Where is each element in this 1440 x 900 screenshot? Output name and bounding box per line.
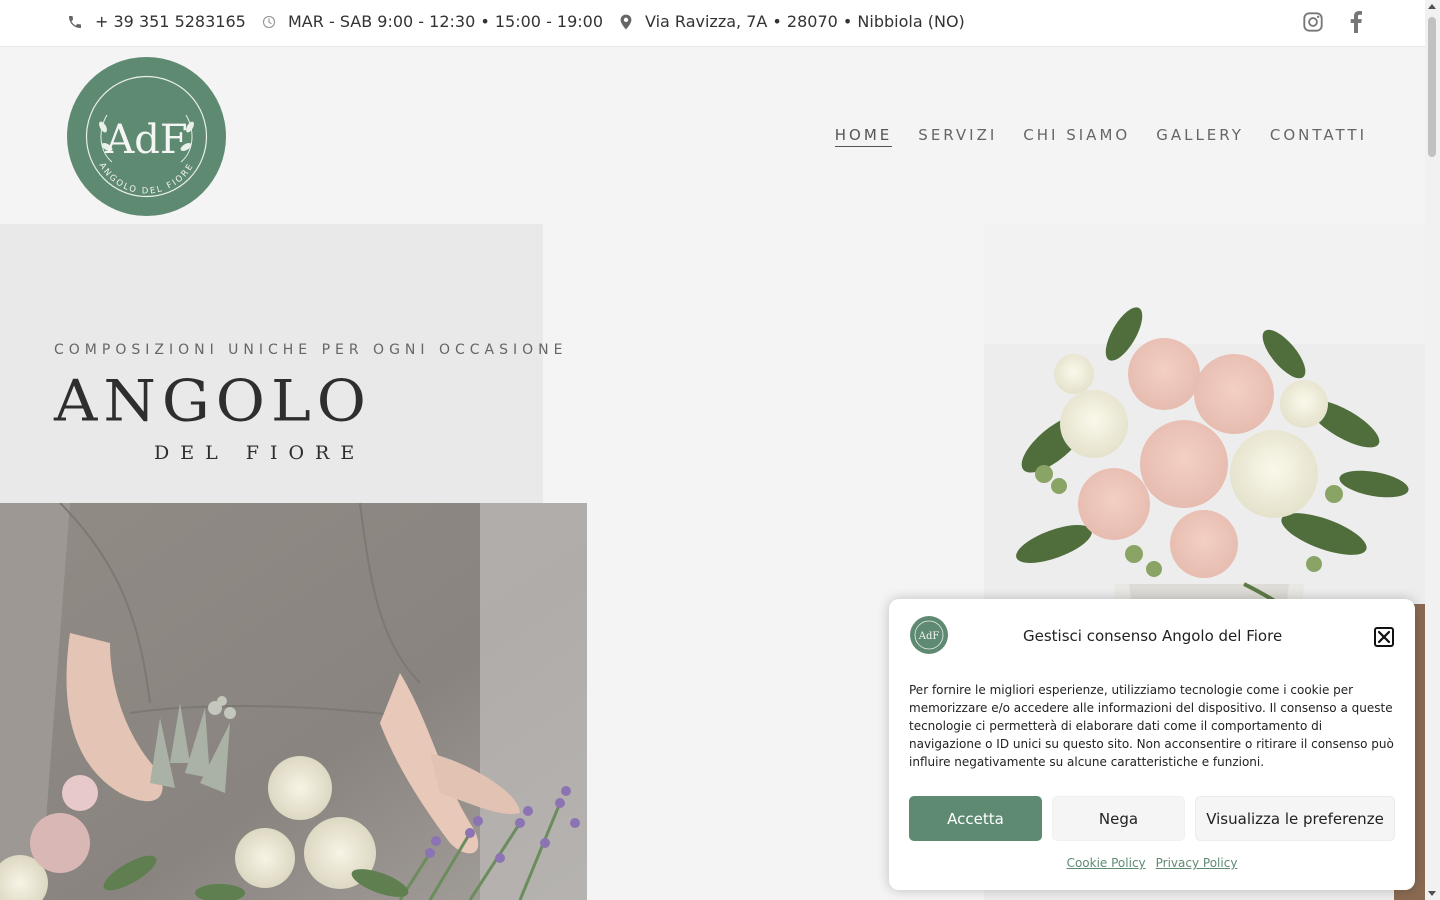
map-pin-icon [620, 14, 632, 29]
opening-hours: MAR - SAB 9:00 - 12:30 • 15:00 - 19:00 [288, 12, 604, 31]
instagram-link[interactable] [1302, 11, 1336, 33]
nav-chi-siamo[interactable]: CHI SIAMO [1023, 126, 1130, 147]
topbar-hours: MAR - SAB 9:00 - 12:30 • 15:00 - 19:00 [262, 12, 603, 31]
topbar-phone[interactable]: + 39 351 5283165 [67, 12, 246, 31]
cookie-policy-links: Cookie Policy Privacy Policy [889, 856, 1415, 870]
cookie-consent-dialog: AdF Gestisci consenso Angolo del Fiore P… [889, 599, 1415, 890]
phone-icon [69, 15, 81, 28]
address-text: Via Ravizza, 7A • 28070 • Nibbiola (NO) [645, 12, 965, 31]
hero-brand-sub: DEL FIORE [154, 442, 366, 464]
scroll-thumb[interactable] [1428, 17, 1436, 157]
florist-photo [0, 503, 587, 900]
logo-emblem: AdF ANGOLO DEL FIORE [85, 75, 208, 198]
scroll-down-arrow-icon[interactable] [1428, 891, 1436, 896]
deny-button[interactable]: Nega [1052, 796, 1185, 841]
top-contact-bar: + 39 351 5283165 MAR - SAB 9:00 - 12:30 … [0, 0, 1425, 47]
view-preferences-button[interactable]: Visualizza le preferenze [1195, 796, 1395, 841]
hero-brand-main: ANGOLO [54, 368, 372, 435]
cookie-logo-monogram: AdF [918, 631, 940, 642]
nav-contatti[interactable]: CONTATTI [1270, 126, 1367, 147]
site-logo[interactable]: AdF ANGOLO DEL FIORE [67, 57, 226, 216]
logo-monogram: AdF [104, 117, 187, 163]
nav-servizi[interactable]: SERVIZI [918, 126, 997, 147]
cookie-policy-link[interactable]: Cookie Policy [1067, 856, 1146, 870]
accept-button[interactable]: Accetta [909, 796, 1042, 841]
instagram-icon [1303, 12, 1323, 32]
cookie-close-button[interactable] [1374, 627, 1394, 647]
close-icon [1378, 631, 1390, 643]
privacy-policy-link[interactable]: Privacy Policy [1156, 856, 1238, 870]
main-nav: HOME SERVIZI CHI SIAMO GALLERY CONTATTI [809, 126, 1367, 147]
scroll-up-arrow-icon[interactable] [1428, 4, 1436, 9]
facebook-icon [1350, 11, 1362, 33]
phone-number: + 39 351 5283165 [95, 12, 246, 31]
cookie-title: Gestisci consenso Angolo del Fiore [1023, 627, 1283, 645]
hero-tagline: COMPOSIZIONI UNICHE PER OGNI OCCASIONE [54, 342, 568, 358]
cookie-logo: AdF [910, 616, 948, 654]
logo-ring-text: ANGOLO DEL FIORE [97, 161, 197, 196]
nav-home[interactable]: HOME [834, 126, 893, 147]
cookie-description: Per fornire le migliori esperienze, util… [909, 683, 1394, 769]
topbar-address: Via Ravizza, 7A • 28070 • Nibbiola (NO) [619, 12, 965, 31]
page-scrollbar[interactable] [1425, 0, 1440, 900]
facebook-link[interactable] [1349, 11, 1375, 33]
clock-icon [262, 15, 276, 28]
nav-gallery[interactable]: GALLERY [1156, 126, 1244, 147]
